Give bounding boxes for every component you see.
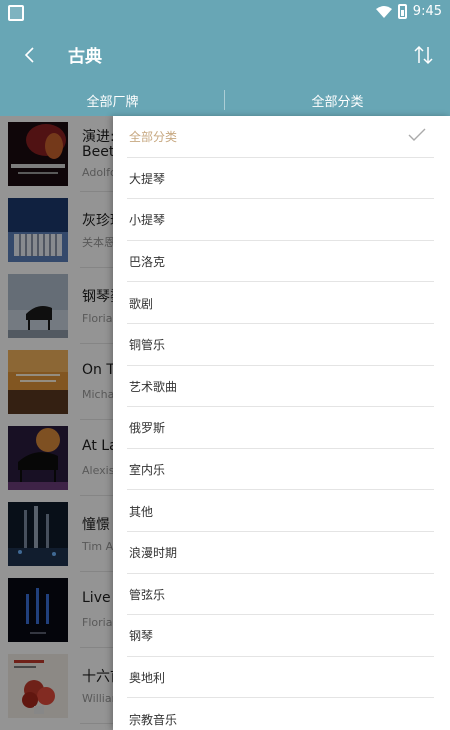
- category-option-label: 巴洛克: [129, 255, 166, 270]
- wifi-icon: [375, 5, 392, 18]
- app-bar: 古典: [0, 26, 450, 84]
- category-option-brass[interactable]: 铜管乐: [113, 324, 450, 366]
- category-option-opera[interactable]: 歌剧: [113, 282, 450, 324]
- category-option-label: 奥地利: [129, 671, 166, 686]
- sort-icon: [414, 45, 433, 65]
- back-arrow-icon: [24, 47, 34, 63]
- category-option-austria[interactable]: 奥地利: [113, 657, 450, 699]
- category-option-label: 小提琴: [129, 213, 166, 228]
- category-option-label: 俄罗斯: [129, 421, 166, 436]
- category-option-other[interactable]: 其他: [113, 490, 450, 532]
- category-option-baroque[interactable]: 巴洛克: [113, 241, 450, 283]
- category-option-russia[interactable]: 俄罗斯: [113, 407, 450, 449]
- category-option-label: 铜管乐: [129, 338, 166, 353]
- category-option-label: 歌剧: [129, 296, 154, 311]
- category-option-label: 宗教音乐: [129, 712, 178, 727]
- category-filter-tab[interactable]: 全部分类: [225, 84, 450, 116]
- back-button[interactable]: [12, 38, 46, 72]
- sort-button[interactable]: [408, 39, 440, 71]
- category-option-romantic[interactable]: 浪漫时期: [113, 532, 450, 574]
- status-icons: 9:45: [375, 4, 442, 19]
- filter-bar: 全部厂牌 全部分类: [0, 84, 450, 116]
- category-option-label: 大提琴: [129, 171, 166, 186]
- category-option-sacred[interactable]: 宗教音乐: [113, 698, 450, 730]
- status-bar: 9:45: [0, 0, 450, 26]
- category-option-all[interactable]: 全部分类: [113, 116, 450, 158]
- category-option-art-song[interactable]: 艺术歌曲: [113, 366, 450, 408]
- category-option-violin[interactable]: 小提琴: [113, 199, 450, 241]
- category-dropdown: 全部分类 大提琴 小提琴 巴洛克 歌剧 铜管乐 艺术歌曲 俄罗斯 室内乐 其他 …: [113, 116, 450, 730]
- category-option-orchestral[interactable]: 管弦乐: [113, 574, 450, 616]
- brand-filter-tab[interactable]: 全部厂牌: [0, 84, 225, 116]
- category-option-label: 全部分类: [129, 130, 178, 145]
- category-option-label: 管弦乐: [129, 587, 166, 602]
- category-option-label: 钢琴: [129, 629, 154, 644]
- battery-icon: [397, 4, 407, 19]
- page-title: 古典: [68, 47, 102, 67]
- category-option-label: 浪漫时期: [129, 546, 178, 561]
- category-option-chamber[interactable]: 室内乐: [113, 449, 450, 491]
- check-icon: [408, 128, 426, 141]
- category-option-piano[interactable]: 钢琴: [113, 615, 450, 657]
- app-notification-icon: [8, 5, 24, 21]
- category-option-label: 室内乐: [129, 463, 166, 478]
- status-time: 9:45: [412, 4, 442, 19]
- category-option-label: 其他: [129, 504, 154, 519]
- category-option-cello[interactable]: 大提琴: [113, 158, 450, 200]
- category-option-label: 艺术歌曲: [129, 379, 178, 394]
